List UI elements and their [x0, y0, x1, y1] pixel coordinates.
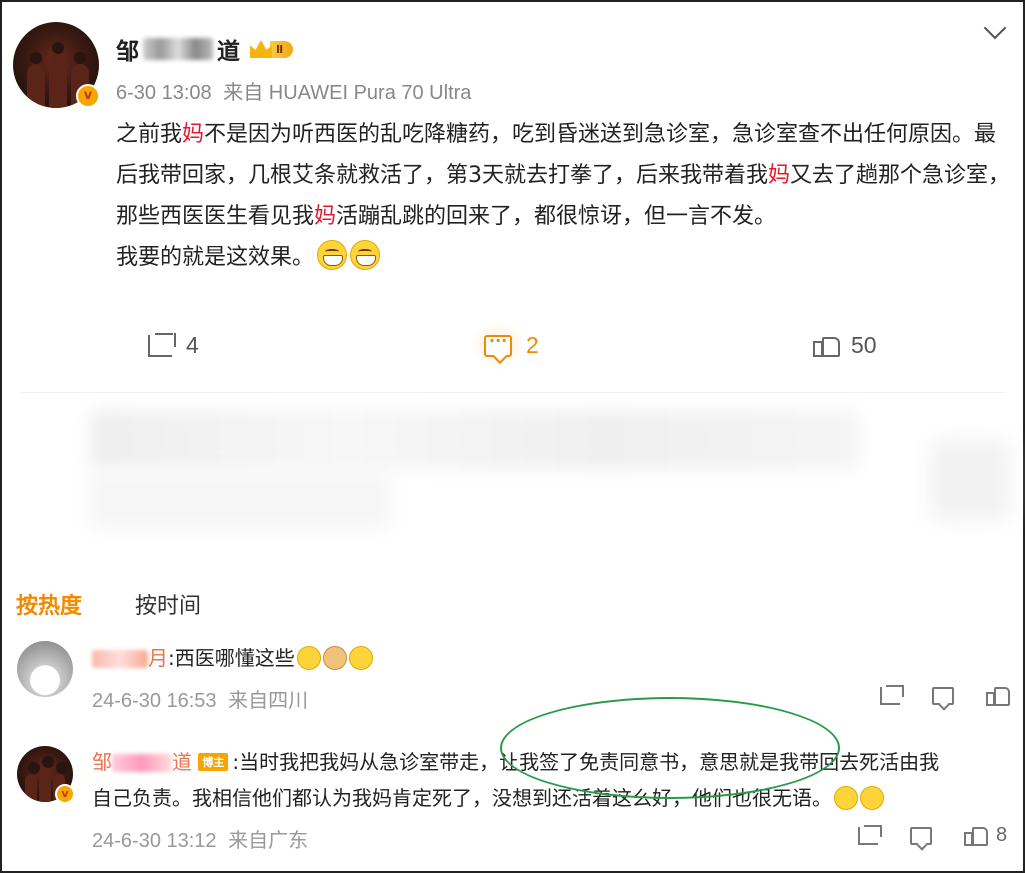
reply-icon[interactable] — [910, 826, 932, 845]
comment-source: 来自四川 — [228, 690, 309, 712]
comment-source: 来自广东 — [228, 830, 309, 852]
author-name-start: 邹 — [116, 39, 139, 65]
level-badge: Ⅱ — [250, 40, 294, 58]
author-badge: 博主 — [198, 753, 229, 771]
comment-timestamp: 24-6-30 13:12 — [92, 830, 217, 852]
avatar-figure — [25, 762, 40, 802]
post-body: 之前我妈不是因为听西医的乱吃降糖药，吃到昏迷送到急诊室，急诊室查不出任何原因。最… — [116, 114, 1016, 278]
thumbs-up-icon — [813, 335, 840, 357]
repost-count: 4 — [186, 332, 199, 358]
thumbs-up-icon — [964, 826, 988, 846]
grin-emoji-icon — [317, 240, 348, 270]
comment-2-meta: 24-6-30 13:12 来自广东 — [92, 824, 308, 853]
post-source: 来自 HUAWEI Pura 70 Ultra — [223, 82, 472, 104]
commenter-name[interactable]: 月 — [148, 646, 168, 670]
like-button[interactable]: 50 — [813, 332, 877, 359]
comment-icon — [484, 331, 512, 357]
comment-button[interactable]: 2 — [484, 331, 539, 359]
comment-2-actions: 8 — [858, 824, 1007, 847]
commenter-name-start[interactable]: 邹 — [92, 750, 112, 774]
verified-badge-icon: v — [55, 784, 75, 804]
level-label: Ⅱ — [270, 40, 294, 58]
laugh-emoji-icon — [860, 786, 884, 810]
keyword-highlight: 妈 — [182, 122, 205, 147]
author-name-end: 道 — [217, 39, 240, 65]
reply-icon[interactable] — [932, 687, 954, 705]
repost-button[interactable]: 4 — [148, 332, 199, 359]
grin-emoji-icon — [350, 240, 381, 270]
laugh-cry-emoji-icon — [296, 646, 321, 670]
redacted-name — [92, 650, 148, 668]
share-icon[interactable] — [880, 685, 904, 705]
comment-like-count: 8 — [996, 824, 1008, 846]
author-name[interactable]: 邹 道 Ⅱ — [116, 32, 294, 66]
avatar-figure — [39, 756, 54, 802]
comment-1: 月:西医哪懂这些 — [92, 640, 373, 676]
comment-timestamp: 24-6-30 16:53 — [92, 690, 217, 712]
doge-emoji-icon — [322, 646, 347, 670]
post-meta: 6-30 13:08 来自 HUAWEI Pura 70 Ultra — [116, 76, 471, 105]
laugh-emoji-icon — [348, 646, 373, 670]
keyword-highlight: 妈 — [768, 163, 791, 188]
share-icon — [148, 332, 176, 357]
divider — [20, 392, 1005, 393]
redacted-name — [112, 754, 172, 772]
commenter-avatar[interactable] — [17, 641, 73, 697]
comment-1-actions — [880, 685, 1010, 706]
comment-like-button[interactable]: 8 — [964, 824, 1007, 847]
post-timestamp[interactable]: 6-30 13:08 — [116, 82, 212, 104]
blurred-region — [90, 410, 860, 470]
thumbs-up-icon[interactable] — [986, 686, 1010, 706]
avatar-figure — [49, 42, 67, 108]
sort-by-time-tab[interactable]: 按时间 — [135, 588, 201, 620]
comment-text: :西医哪懂这些 — [168, 646, 295, 670]
keyword-highlight: 妈 — [314, 204, 337, 229]
sort-by-hot-tab[interactable]: 按热度 — [16, 588, 82, 620]
comment-1-meta: 24-6-30 16:53 来自四川 — [92, 684, 308, 713]
like-count: 50 — [851, 332, 877, 358]
comment-count: 2 — [526, 332, 539, 358]
avatar-figure — [27, 52, 45, 108]
laugh-emoji-icon — [834, 786, 858, 810]
share-icon[interactable] — [858, 824, 882, 845]
redacted-name — [143, 38, 213, 60]
verified-badge-icon: v — [76, 84, 100, 108]
blurred-region — [90, 470, 390, 530]
post-text: 我要的就是这效果。 — [116, 245, 315, 270]
post-actions: 4 2 50 — [0, 326, 1025, 366]
blurred-region — [930, 440, 1010, 520]
crown-icon — [250, 40, 272, 58]
annotation-ellipse — [500, 697, 840, 799]
commenter-name-end[interactable]: 道 — [172, 750, 192, 774]
post-text: 之前我 — [116, 122, 183, 147]
post-text: 活蹦乱跳的回来了，都很惊讶，但一言不发。 — [336, 204, 777, 229]
